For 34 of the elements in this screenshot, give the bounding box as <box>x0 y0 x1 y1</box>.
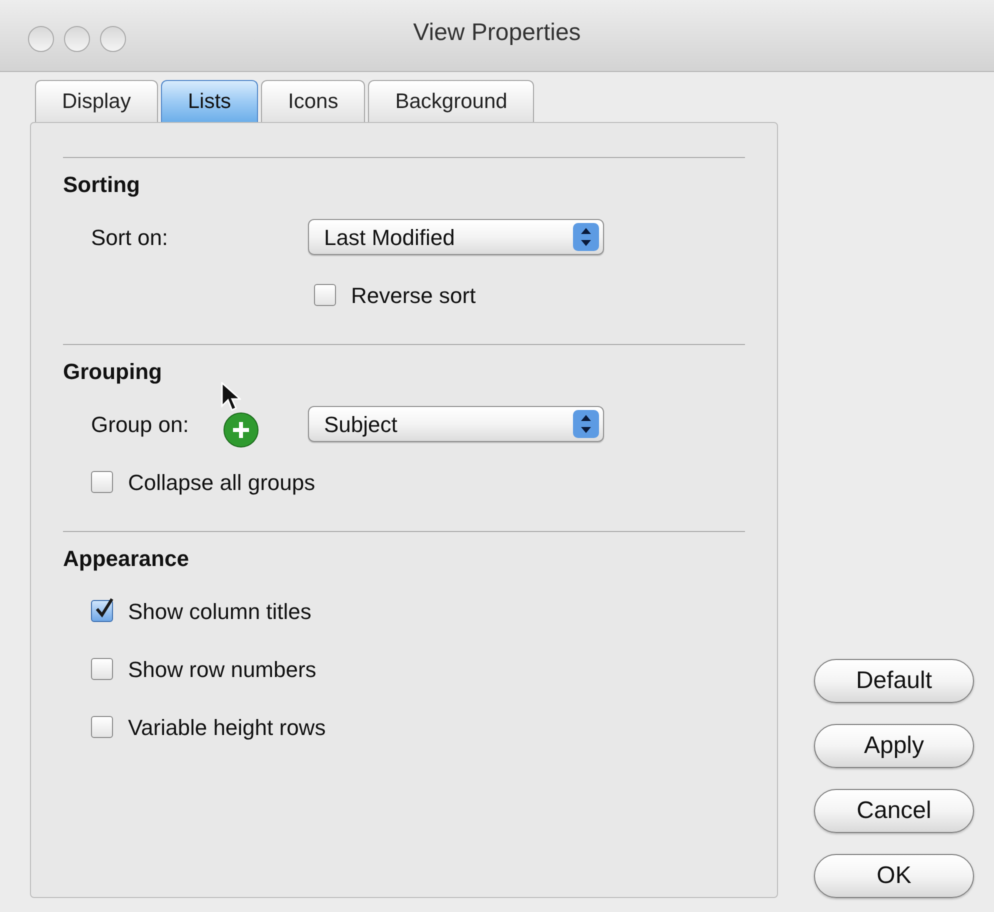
tab[interactable]: Display <box>35 80 158 122</box>
checkbox[interactable] <box>91 716 113 738</box>
tab[interactable]: Icons <box>261 80 366 122</box>
checkbox-label: Show column titles <box>128 598 312 626</box>
up-down-arrows-icon <box>573 410 599 438</box>
section-heading: Appearance <box>63 546 190 572</box>
checkmark-icon <box>94 597 114 619</box>
checkbox[interactable] <box>314 284 336 306</box>
dialog-button[interactable]: Cancel <box>814 789 974 833</box>
tab[interactable]: Background <box>368 80 534 122</box>
pointer-cursor-icon <box>221 382 241 412</box>
checkbox-label: Reverse sort <box>351 282 476 310</box>
checkbox[interactable] <box>91 471 113 493</box>
window-control-button[interactable] <box>28 26 54 52</box>
add-plus-icon <box>223 412 259 448</box>
checkbox-label: Show row numbers <box>128 656 316 684</box>
checkbox[interactable] <box>91 600 113 622</box>
dialog-button[interactable]: OK <box>814 854 974 898</box>
window-title: View Properties <box>413 18 581 48</box>
field-label: Group on: <box>91 410 189 439</box>
select-dropdown[interactable]: Last Modified <box>308 219 604 255</box>
checkbox-label: Collapse all groups <box>128 468 316 497</box>
checkbox[interactable] <box>91 658 113 680</box>
up-down-arrows-icon <box>573 223 599 251</box>
select-dropdown[interactable]: Subject <box>308 406 604 442</box>
tab[interactable]: Lists <box>160 80 258 122</box>
window-control-button[interactable] <box>64 26 90 52</box>
dialog-button[interactable]: Apply <box>814 724 974 768</box>
checkbox-label: Variable height rows <box>128 714 326 742</box>
section-heading: Grouping <box>63 359 163 385</box>
section-heading: Sorting <box>63 172 141 198</box>
field-label: Sort on: <box>91 224 168 252</box>
dialog-button[interactable]: Default <box>814 659 974 703</box>
window-control-button[interactable] <box>100 26 126 52</box>
